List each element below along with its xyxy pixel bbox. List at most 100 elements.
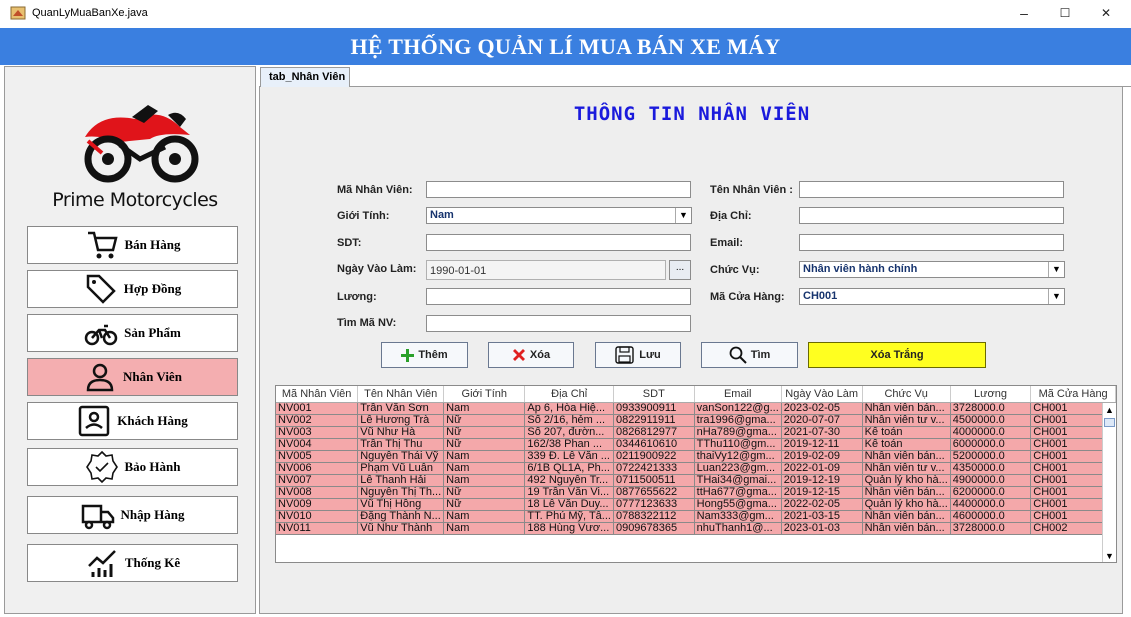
chevron-down-icon[interactable]: ▼: [1048, 262, 1064, 277]
table-cell[interactable]: Nữ: [443, 426, 526, 439]
close-button[interactable]: ✕: [1096, 4, 1116, 22]
table-cell[interactable]: 0822911911: [613, 414, 695, 427]
ten-nv-input[interactable]: [799, 181, 1064, 198]
table-cell[interactable]: 4900000.0: [950, 474, 1032, 487]
table-cell[interactable]: Đặng Thành N...: [357, 510, 445, 523]
table-cell[interactable]: ttHa677@gma...: [694, 486, 782, 499]
table-cell[interactable]: NV005: [276, 450, 359, 463]
table-cell[interactable]: 3728000.0: [950, 402, 1032, 415]
table-cell[interactable]: 0722421333: [613, 462, 695, 475]
table-cell[interactable]: 0777123633: [613, 498, 695, 511]
table-cell[interactable]: Nam333@gm...: [694, 510, 782, 523]
sidebar-item-san-pham[interactable]: Sản Phẩm: [27, 314, 238, 352]
table-cell[interactable]: Lê Thanh Hải: [357, 474, 445, 487]
table-cell[interactable]: Nam: [443, 450, 526, 463]
table-cell[interactable]: Trần Thị Thu: [357, 438, 445, 451]
column-header[interactable]: SDT: [613, 386, 695, 403]
table-cell[interactable]: NV003: [276, 426, 359, 439]
table-cell[interactable]: Nguyễn Thị Th...: [357, 486, 445, 499]
table-cell[interactable]: Nhân viên bán...: [862, 522, 951, 535]
table-cell[interactable]: NV009: [276, 498, 359, 511]
table-cell[interactable]: 4350000.0: [950, 462, 1032, 475]
table-cell[interactable]: NV007: [276, 474, 359, 487]
sidebar-item-nhan-vien[interactable]: Nhân Viên: [27, 358, 238, 396]
table-cell[interactable]: 6200000.0: [950, 486, 1032, 499]
dia-chi-input[interactable]: [799, 207, 1064, 224]
table-cell[interactable]: Hong55@gma...: [694, 498, 782, 511]
table-cell[interactable]: Lê Hương Trà: [357, 414, 445, 427]
table-cell[interactable]: THai34@gmai...: [694, 474, 782, 487]
table-cell[interactable]: Nam: [443, 474, 526, 487]
table-cell[interactable]: 2023-01-03: [781, 522, 863, 535]
table-cell[interactable]: Nhân viên bán...: [862, 486, 951, 499]
table-cell[interactable]: 0933900911: [613, 402, 695, 415]
table-cell[interactable]: Luan223@gm...: [694, 462, 782, 475]
table-cell[interactable]: Nguyễn Thái Vỹ: [357, 450, 445, 463]
table-row[interactable]: NV011 Vũ Như Thành Nam 188 Hùng Vươ... 09096…: [276, 522, 1116, 535]
table-cell[interactable]: 0788322112: [613, 510, 695, 523]
table-cell[interactable]: NV001: [276, 402, 359, 415]
table-cell[interactable]: Nhân viên tư v...: [862, 414, 951, 427]
ngay-vao-lam-input[interactable]: 1990-01-01: [426, 260, 666, 280]
table-cell[interactable]: Kế toán: [862, 438, 951, 451]
ma-cua-hang-select[interactable]: CH001 ▼: [799, 288, 1065, 305]
table-cell[interactable]: NV011: [276, 522, 359, 535]
table-cell[interactable]: NV008: [276, 486, 359, 499]
column-header[interactable]: Giới Tính: [443, 386, 526, 403]
table-cell[interactable]: tra1996@gma...: [694, 414, 782, 427]
sdt-input[interactable]: [426, 234, 691, 251]
table-cell[interactable]: Trần Văn Sơn: [357, 402, 445, 415]
table-cell[interactable]: Nữ: [443, 486, 526, 499]
table-cell[interactable]: Vũ Như Hà: [357, 426, 445, 439]
sidebar-item-thong-ke[interactable]: Thống Kê: [27, 544, 238, 582]
table-cell[interactable]: Vũ Thị Hồng: [357, 498, 445, 511]
scroll-up-icon[interactable]: ▲: [1105, 405, 1114, 415]
search-button[interactable]: Tìm: [701, 342, 798, 368]
table-cell[interactable]: vanSon122@g...: [694, 402, 782, 415]
column-header[interactable]: Ngày Vào Làm: [781, 386, 863, 403]
table-cell[interactable]: Nam: [443, 510, 526, 523]
scrollbar-thumb[interactable]: [1104, 418, 1115, 427]
table-cell[interactable]: NV004: [276, 438, 359, 451]
table-row[interactable]: NV004 Trần Thị Thu Nữ 162/38 Phan ... 034461…: [276, 438, 1116, 451]
table-cell[interactable]: Nhân viên bán...: [862, 450, 951, 463]
column-header[interactable]: Mã Nhân Viên: [276, 386, 359, 403]
table-cell[interactable]: Kế toán: [862, 426, 951, 439]
table-cell[interactable]: Quản lý kho hà...: [862, 474, 951, 487]
maximize-button[interactable]: ☐: [1055, 4, 1075, 22]
table-row[interactable]: NV006 Phạm Vũ Luân Nam 6/1B QL1A, Ph... 0722…: [276, 462, 1116, 475]
table-cell[interactable]: 18 Lê Văn Duy...: [524, 498, 614, 511]
save-button[interactable]: Lưu: [595, 342, 681, 368]
table-cell[interactable]: Nam: [443, 462, 526, 475]
table-cell[interactable]: NV010: [276, 510, 359, 523]
clear-button[interactable]: Xóa Trắng: [808, 342, 986, 368]
email-input[interactable]: [799, 234, 1064, 251]
sidebar-item-khach-hang[interactable]: Khách Hàng: [27, 402, 238, 440]
minimize-button[interactable]: –: [1014, 4, 1034, 22]
table-cell[interactable]: Phạm Vũ Luân: [357, 462, 445, 475]
table-cell[interactable]: Nhân viên tư v...: [862, 462, 951, 475]
table-cell[interactable]: 492 Nguyễn Tr...: [524, 474, 614, 487]
table-row[interactable]: NV001 Trần Văn Sơn Nam Ấp 6, Hòa Hiệ... 0933…: [276, 402, 1116, 415]
column-header[interactable]: Tên Nhân Viên: [357, 386, 445, 403]
table-cell[interactable]: 2019-02-09: [781, 450, 863, 463]
date-picker-button[interactable]: ...: [669, 260, 691, 280]
table-row[interactable]: NV002 Lê Hương Trà Nữ Số 2/16, hẻm ... 08229…: [276, 414, 1116, 427]
table-cell[interactable]: 2022-02-05: [781, 498, 863, 511]
table-cell[interactable]: NV006: [276, 462, 359, 475]
table-cell[interactable]: Nhân viên bán...: [862, 402, 951, 415]
chevron-down-icon[interactable]: ▼: [1048, 289, 1064, 304]
table-cell[interactable]: 0909678365: [613, 522, 695, 535]
table-cell[interactable]: 0826812977: [613, 426, 695, 439]
table-cell[interactable]: TThu110@gm...: [694, 438, 782, 451]
table-cell[interactable]: Nhân viên bán...: [862, 510, 951, 523]
table-row[interactable]: NV008 Nguyễn Thị Th... Nữ 19 Trần Văn Vi...…: [276, 486, 1116, 499]
sidebar-item-hop-dong[interactable]: Hợp Đồng: [27, 270, 238, 308]
table-cell[interactable]: Nữ: [443, 414, 526, 427]
table-cell[interactable]: 2020-07-07: [781, 414, 863, 427]
column-header[interactable]: Địa Chỉ: [524, 386, 614, 403]
sidebar-item-ban-hang[interactable]: Bán Hàng: [27, 226, 238, 264]
table-row[interactable]: NV005 Nguyễn Thái Vỹ Nam 339 Đ. Lê Văn ... 0…: [276, 450, 1116, 463]
table-cell[interactable]: 2023-02-05: [781, 402, 863, 415]
luong-input[interactable]: [426, 288, 691, 305]
